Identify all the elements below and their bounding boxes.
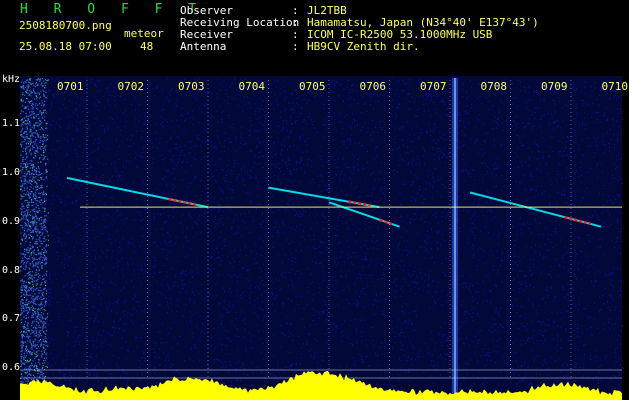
- noise-background: [20, 76, 622, 398]
- time-tick-label: 0702: [117, 80, 145, 93]
- spectrogram: [20, 76, 624, 400]
- time-tick-label: 0710: [601, 80, 629, 93]
- time-tick-label: 0703: [178, 80, 205, 93]
- frequency-tick-label: 0.7: [2, 313, 21, 325]
- frequency-tick-label: 0.8: [2, 264, 21, 276]
- hrofft-screen: H R O F F T 2508180700.png 25.08.18 07:0…: [0, 0, 629, 400]
- time-tick-label: 0708: [480, 80, 508, 93]
- frequency-tick-label: 1.1: [2, 118, 21, 130]
- frequency-tick-label: 1.0: [2, 166, 21, 178]
- time-tick-label: 0704: [238, 80, 266, 93]
- time-tick-label: 0709: [541, 80, 568, 93]
- time-tick-label: 0705: [299, 80, 326, 93]
- frequency-unit-label: kHz: [2, 74, 21, 85]
- time-tick-label: 0701: [57, 80, 84, 93]
- time-tick-label: 0707: [420, 80, 447, 93]
- frequency-tick-label: 0.6: [2, 362, 21, 374]
- frequency-tick-label: 0.9: [2, 215, 21, 227]
- time-tick-label: 0706: [359, 80, 387, 93]
